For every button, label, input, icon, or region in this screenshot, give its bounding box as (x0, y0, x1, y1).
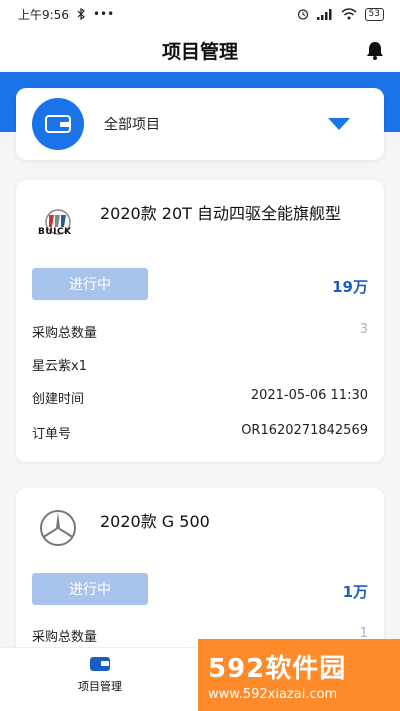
wallet-icon (45, 115, 71, 133)
project-title: 2020款 20T 自动四驱全能旗舰型 (100, 204, 342, 223)
buick-logo-icon (36, 200, 80, 244)
created-time-label: 创建时间 (32, 392, 85, 407)
nav-bar: 项目管理 (0, 28, 400, 72)
created-time-value: 2021-05-06 11:30 (250, 388, 368, 403)
status-time: 上午9:56 (18, 7, 69, 22)
status-bar: 上午9:56 ••• 53 (0, 0, 400, 28)
battery-indicator: 53 (364, 7, 384, 21)
order-number-value: OR1620271842569 (241, 423, 368, 438)
project-filter[interactable]: 全部项目 (16, 88, 384, 160)
wallet-badge (32, 98, 84, 150)
wifi-icon (341, 8, 357, 20)
total-quantity-label: 采购总数量 (32, 326, 98, 341)
alarm-icon (297, 9, 308, 20)
total-quantity-value: 3 (359, 322, 368, 337)
total-quantity-label: 采购总数量 (32, 630, 98, 645)
price-value: 19万 (332, 278, 368, 296)
mercedes-logo-icon (36, 506, 80, 550)
bell-icon[interactable] (364, 39, 386, 61)
order-number-label: 订单号 (32, 427, 72, 442)
watermark-main: 592软件园 (208, 654, 347, 684)
tab-project-management[interactable]: 项目管理 (60, 656, 140, 694)
status-right: 53 (297, 7, 384, 21)
watermark-url: www.592xiazai.com (208, 687, 338, 702)
wallet-tab-icon (90, 657, 110, 671)
bluetooth-icon (77, 8, 85, 20)
color-quantity-label: 星云紫x1 (32, 359, 87, 374)
status-button[interactable]: 进行中 (32, 268, 148, 300)
site-watermark: 592软件园 www.592xiazai.com (198, 639, 400, 711)
tab-label: 项目管理 (78, 680, 122, 693)
status-left: 上午9:56 ••• (18, 6, 114, 23)
project-card[interactable]: BUICK 2020款 20T 自动四驱全能旗舰型 进行中 19万 采购总数量 … (16, 180, 384, 462)
status-dots: ••• (92, 7, 115, 21)
brand-name: BUICK (38, 227, 72, 237)
status-button[interactable]: 进行中 (32, 573, 148, 605)
filter-label: 全部项目 (104, 117, 160, 133)
page-title: 项目管理 (161, 40, 238, 63)
project-title: 2020款 G 500 (100, 512, 210, 531)
price-value: 1万 (342, 583, 368, 601)
chevron-down-icon[interactable] (328, 118, 350, 130)
signal-icon (316, 9, 332, 20)
